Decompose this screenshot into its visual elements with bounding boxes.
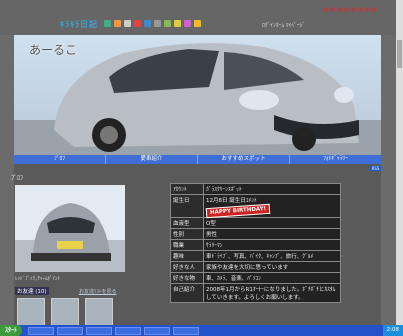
- task-button[interactable]: [57, 326, 84, 335]
- profile-key: 好きな物: [170, 272, 204, 284]
- profile-photo[interactable]: ﾚｯﾄﾞﾌﾟｯｸ｡ﾁｬｰﾑﾎﾟｲﾝﾄ: [15, 185, 125, 282]
- profile-value: 家族や友達を大切に思っています: [203, 261, 341, 273]
- scrollbar-thumb[interactable]: [397, 40, 402, 68]
- friends-link[interactable]: お友達ﾘｽﾄを見る: [79, 288, 117, 295]
- profile-row: 自己紹介 2008年1月からR1ｵｰﾅｰになりました。ﾎﾞﾁﾎﾞﾁとｶｽﾀﾑしてい…: [170, 283, 341, 303]
- profile-value: 車ﾄﾞﾗｲﾌﾞ、写真、ﾊﾞｲｸ、ｷｬﾝﾌﾟ、旅行、ｸﾞﾙﾒ: [203, 250, 341, 262]
- profile-value: ｻﾗﾘｰﾏﾝ: [203, 239, 341, 251]
- task-button[interactable]: [86, 326, 113, 335]
- profile-row: 職業 ｻﾗﾘｰﾏﾝ: [170, 239, 341, 251]
- top-links[interactable]: ﾛｸﾞｲﾝﾎｰﾑ ﾏｲﾍﾟｰｼﾞ: [262, 21, 305, 29]
- profile-value: O型: [203, 217, 341, 229]
- rss-button[interactable]: RSS: [370, 166, 381, 171]
- profile-value: ｶﾞﾗｽｸﾘｰﾝｽﾎﾟｯﾄ: [203, 183, 341, 195]
- profile-value: 男性: [203, 228, 341, 240]
- profile-row: 好きな物 車、ｶﾒﾗ、音楽、ﾊﾟｿｺﾝ: [170, 272, 341, 284]
- paw-icon: ❀: [329, 6, 336, 14]
- task-button[interactable]: [28, 326, 55, 335]
- diary-icon[interactable]: [134, 20, 141, 27]
- birthday-badge: HAPPY BIRTHDAY!: [205, 203, 271, 219]
- photo-caption: ﾚｯﾄﾞﾌﾟｯｸ｡ﾁｬｰﾑﾎﾟｲﾝﾄ: [15, 276, 61, 282]
- profile-key: 誕生日: [170, 194, 204, 218]
- help-icon[interactable]: [164, 20, 171, 27]
- home-icon[interactable]: [104, 20, 111, 27]
- profile-row: 好きな人 家族や友達を大切に思っています: [170, 261, 341, 273]
- profile-key: 職業: [170, 239, 204, 251]
- nav-gallery[interactable]: ﾌｫﾄｷﾞｬﾗﾘｰ: [290, 155, 381, 164]
- paw-icon: ❀: [343, 6, 350, 14]
- friend-thumb[interactable]: [51, 298, 79, 326]
- taskbar: ｽﾀｰﾄ 2:08: [0, 325, 403, 336]
- profile-row: 趣味 車ﾄﾞﾗｲﾌﾞ、写真、ﾊﾞｲｸ、ｷｬﾝﾌﾟ、旅行、ｸﾞﾙﾒ: [170, 250, 341, 262]
- paw-icon: ❀: [364, 6, 371, 14]
- task-button[interactable]: [144, 326, 171, 335]
- tag-icon[interactable]: [184, 20, 191, 27]
- profile-table: ｱｶｳﾝﾄ ｶﾞﾗｽｸﾘｰﾝｽﾎﾟｯﾄ 誕生日 12月8日 誕生日ｺﾒﾝﾄ HAPPY…: [170, 183, 341, 303]
- friends-title: お友達 (10): [15, 287, 49, 295]
- profile-value: 2008年1月からR1ｵｰﾅｰになりました。ﾎﾞﾁﾎﾞﾁとｶｽﾀﾑしていきます。…: [203, 283, 341, 303]
- profile-key: 性別: [170, 228, 204, 240]
- profile-key: ｱｶｳﾝﾄ: [170, 183, 204, 195]
- task-buttons: [28, 326, 200, 335]
- star-icon[interactable]: [174, 20, 181, 27]
- profile-value: 12月8日 誕生日ｺﾒﾝﾄ HAPPY BIRTHDAY!: [203, 194, 341, 219]
- section-title: ﾌﾟﾛﾌ: [11, 175, 24, 182]
- friend-thumb[interactable]: [85, 298, 113, 326]
- paw-decoration: ❀ ❀ ❀ ❀ ❀ ❀ ❀ ❀: [323, 6, 377, 14]
- profile-key: 好きな人: [170, 261, 204, 273]
- header-image: あーるこ: [14, 35, 381, 155]
- paw-icon: ❀: [336, 6, 343, 14]
- main-nav: ﾌﾟﾛﾌ 愛車紹介 おすすめスポット ﾌｫﾄｷﾞｬﾗﾘｰ: [14, 155, 381, 164]
- friend-icon[interactable]: [124, 20, 131, 27]
- mail-icon[interactable]: [114, 20, 121, 27]
- photo-icon[interactable]: [144, 20, 151, 27]
- profile-row: 誕生日 12月8日 誕生日ｺﾒﾝﾄ HAPPY BIRTHDAY!: [170, 194, 341, 219]
- vertical-scrollbar[interactable]: [396, 0, 403, 336]
- task-button[interactable]: [173, 326, 200, 335]
- nav-profile[interactable]: ﾌﾟﾛﾌ: [14, 155, 106, 164]
- profile-key: 自己紹介: [170, 283, 204, 303]
- top-bar: ｷﾗｷﾗ日記 ﾛｸﾞｲﾝﾎｰﾑ ﾏｲﾍﾟｰｼﾞ ❀ ❀ ❀ ❀ ❀ ❀ ❀ ❀: [0, 0, 403, 35]
- main-content: あーるこ ﾌﾟﾛﾌ 愛車紹介 おすすめスポット ﾌｫﾄｷﾞｬﾗﾘｰ RSS ﾌﾟ…: [11, 35, 381, 326]
- paw-icon: ❀: [323, 6, 329, 14]
- task-button[interactable]: [115, 326, 142, 335]
- paw-icon: ❀: [357, 6, 364, 14]
- profile-row: 血液型 O型: [170, 217, 341, 229]
- nav-car[interactable]: 愛車紹介: [106, 155, 198, 164]
- start-button[interactable]: ｽﾀｰﾄ: [0, 325, 23, 336]
- system-tray-clock[interactable]: 2:08: [382, 325, 403, 336]
- nav-spots[interactable]: おすすめスポット: [198, 155, 290, 164]
- profile-row: 性別 男性: [170, 228, 341, 240]
- friends-header: お友達 (10) お友達ﾘｽﾄを見る: [15, 287, 127, 297]
- profile-row: ｱｶｳﾝﾄ ｶﾞﾗｽｸﾘｰﾝｽﾎﾟｯﾄ: [170, 183, 341, 195]
- profile-value: 車、ｶﾒﾗ、音楽、ﾊﾟｿｺﾝ: [203, 272, 341, 284]
- profile-key: 血液型: [170, 217, 204, 229]
- car-rear-image: [15, 185, 125, 272]
- toolbar-icons: [104, 20, 201, 27]
- paw-icon: ❀: [350, 6, 357, 14]
- profile-key: 趣味: [170, 250, 204, 262]
- site-title: あーるこ: [29, 43, 78, 57]
- settings-icon[interactable]: [154, 20, 161, 27]
- bell-icon[interactable]: [194, 20, 201, 27]
- birthday-text: 12月8日 誕生日ｺﾒﾝﾄ: [206, 198, 257, 204]
- paw-icon: ❀: [371, 6, 377, 14]
- site-logo[interactable]: ｷﾗｷﾗ日記: [60, 19, 98, 30]
- friend-thumbnails: [17, 298, 113, 326]
- friend-thumb[interactable]: [17, 298, 45, 326]
